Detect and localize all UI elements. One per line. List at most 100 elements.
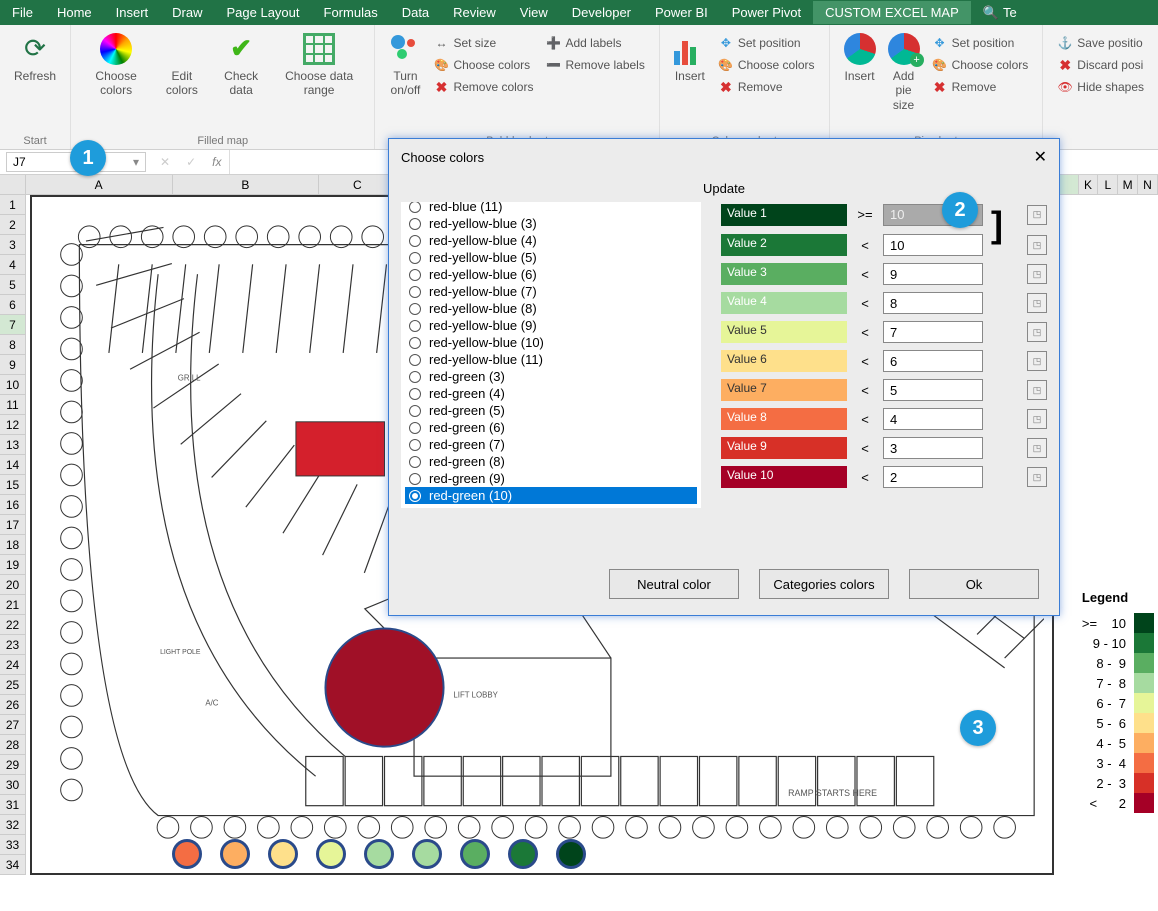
accept-formula-icon[interactable]: ✓	[178, 155, 204, 169]
col-header-N[interactable]: N	[1138, 175, 1158, 194]
row-header-24[interactable]: 24	[0, 655, 25, 675]
edit-value-button[interactable]: ◳	[1027, 351, 1047, 371]
row-header-32[interactable]: 32	[0, 815, 25, 835]
edit-value-button[interactable]: ◳	[1027, 409, 1047, 429]
row-header-25[interactable]: 25	[0, 675, 25, 695]
tab-power-pivot[interactable]: Power Pivot	[720, 1, 813, 24]
close-icon[interactable]: ✕	[1034, 147, 1047, 167]
threshold-input[interactable]	[883, 350, 983, 372]
scheme-option[interactable]: red-yellow-blue (5)	[405, 249, 697, 266]
hide-shapes-button[interactable]: 👁Hide shapes	[1053, 77, 1148, 97]
scheme-option[interactable]: red-green (9)	[405, 470, 697, 487]
color-dot[interactable]	[460, 839, 490, 869]
edit-value-button[interactable]: ◳	[1027, 467, 1047, 487]
row-header-16[interactable]: 16	[0, 495, 25, 515]
edit-value-button[interactable]: ◳	[1027, 205, 1047, 225]
row-header-21[interactable]: 21	[0, 595, 25, 615]
color-dot[interactable]	[556, 839, 586, 869]
tab-home[interactable]: Home	[45, 1, 104, 24]
check-data-button[interactable]: ✔ Check data	[211, 29, 272, 131]
row-header-18[interactable]: 18	[0, 535, 25, 555]
row-header-7[interactable]: 7	[0, 315, 25, 335]
scheme-option[interactable]: red-yellow-blue (10)	[405, 334, 697, 351]
threshold-input[interactable]	[883, 263, 983, 285]
turn-onoff-button[interactable]: Turn on/off	[383, 29, 427, 131]
row-header-28[interactable]: 28	[0, 735, 25, 755]
save-position-button[interactable]: ⚓Save positio	[1053, 33, 1148, 53]
scheme-option[interactable]: red-yellow-blue (7)	[405, 283, 697, 300]
edit-value-button[interactable]: ◳	[1027, 438, 1047, 458]
categories-colors-button[interactable]: Categories colors	[759, 569, 889, 599]
tab-insert[interactable]: Insert	[104, 1, 161, 24]
tab-review[interactable]: Review	[441, 1, 508, 24]
threshold-input[interactable]	[883, 234, 983, 256]
refresh-button[interactable]: ⟳ Refresh	[8, 29, 62, 131]
tab-custom-excel-map[interactable]: CUSTOM EXCEL MAP	[813, 1, 971, 24]
row-header-22[interactable]: 22	[0, 615, 25, 635]
row-header-23[interactable]: 23	[0, 635, 25, 655]
row-header-15[interactable]: 15	[0, 475, 25, 495]
scheme-option[interactable]: red-blue (11)	[405, 202, 697, 215]
row-header-31[interactable]: 31	[0, 795, 25, 815]
set-position-pie[interactable]: ✥Set position	[928, 33, 1033, 53]
row-header-26[interactable]: 26	[0, 695, 25, 715]
scheme-option[interactable]: red-yellow-blue (4)	[405, 232, 697, 249]
row-header-19[interactable]: 19	[0, 555, 25, 575]
remove-colors-button[interactable]: ✖Remove colors	[429, 77, 537, 97]
row-header-1[interactable]: 1	[0, 195, 25, 215]
threshold-input[interactable]	[883, 379, 983, 401]
row-header-12[interactable]: 12	[0, 415, 25, 435]
row-header-9[interactable]: 9	[0, 355, 25, 375]
add-pie-size-button[interactable]: Add pie size	[882, 29, 926, 131]
tab-power-bi[interactable]: Power BI	[643, 1, 720, 24]
add-labels-button[interactable]: ➕Add labels	[541, 33, 648, 53]
scheme-option[interactable]: red-green (4)	[405, 385, 697, 402]
row-header-17[interactable]: 17	[0, 515, 25, 535]
row-header-6[interactable]: 6	[0, 295, 25, 315]
color-dot[interactable]	[364, 839, 394, 869]
row-header-3[interactable]: 3	[0, 235, 25, 255]
remove-pie-button[interactable]: ✖Remove	[928, 77, 1033, 97]
tab-file[interactable]: File	[0, 1, 45, 24]
scheme-option[interactable]: red-green (6)	[405, 419, 697, 436]
choose-range-button[interactable]: Choose data range	[272, 29, 367, 131]
row-header-2[interactable]: 2	[0, 215, 25, 235]
scheme-option[interactable]: red-yellow-blue (8)	[405, 300, 697, 317]
color-dot[interactable]	[316, 839, 346, 869]
tab-draw[interactable]: Draw	[160, 1, 214, 24]
choose-colors-col[interactable]: 🎨Choose colors	[714, 55, 819, 75]
tab-data[interactable]: Data	[390, 1, 441, 24]
set-position-button[interactable]: ✥Set position	[714, 33, 819, 53]
row-header-14[interactable]: 14	[0, 455, 25, 475]
scheme-option[interactable]: red-yellow-blue (3)	[405, 215, 697, 232]
tab-view[interactable]: View	[508, 1, 560, 24]
choose-colors-pie[interactable]: 🎨Choose colors	[928, 55, 1033, 75]
threshold-input[interactable]	[883, 466, 983, 488]
scheme-option[interactable]: red-green (5)	[405, 402, 697, 419]
edit-value-button[interactable]: ◳	[1027, 293, 1047, 313]
threshold-input[interactable]	[883, 321, 983, 343]
edit-colors-button[interactable]: Edit colors	[153, 29, 210, 131]
insert-column-button[interactable]: Insert	[668, 29, 712, 131]
col-header-C[interactable]: C	[319, 175, 396, 194]
edit-value-button[interactable]: ◳	[1027, 264, 1047, 284]
row-header-34[interactable]: 34	[0, 855, 25, 875]
threshold-input[interactable]	[883, 437, 983, 459]
edit-value-button[interactable]: ◳	[1027, 380, 1047, 400]
tell-me-search[interactable]: 🔍 Te	[971, 1, 1029, 25]
threshold-input[interactable]	[883, 408, 983, 430]
scheme-option[interactable]: red-green (3)	[405, 368, 697, 385]
scheme-option[interactable]: red-yellow-blue (6)	[405, 266, 697, 283]
row-header-8[interactable]: 8	[0, 335, 25, 355]
remove-labels-button[interactable]: ➖Remove labels	[541, 55, 648, 75]
color-scheme-list[interactable]: red-blue (11)red-yellow-blue (3)red-yell…	[401, 202, 701, 508]
tab-formulas[interactable]: Formulas	[312, 1, 390, 24]
col-header-A[interactable]: A	[26, 175, 173, 194]
choose-colors-small[interactable]: 🎨Choose colors	[429, 55, 537, 75]
col-header-B[interactable]: B	[173, 175, 320, 194]
select-all-corner[interactable]	[0, 175, 26, 194]
scheme-option[interactable]: red-green (8)	[405, 453, 697, 470]
tab-developer[interactable]: Developer	[560, 1, 643, 24]
color-dot[interactable]	[268, 839, 298, 869]
scheme-option[interactable]: red-green (10)	[405, 487, 697, 504]
